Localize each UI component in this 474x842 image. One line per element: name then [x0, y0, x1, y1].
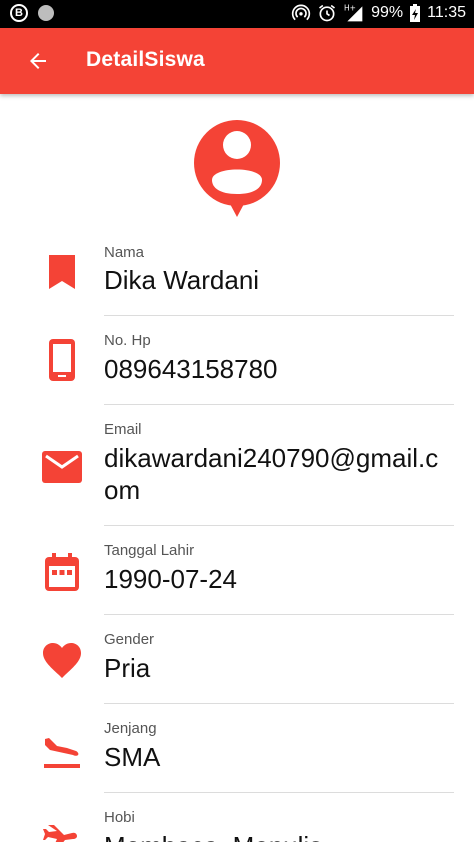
field-label: Nama	[104, 244, 145, 261]
field-label: Hobi	[104, 809, 135, 826]
airplane-landing-icon	[40, 730, 84, 774]
field-row-hobi: Hobi Membaca, Menulis	[0, 793, 474, 842]
back-button[interactable]	[22, 45, 54, 77]
email-icon	[40, 445, 84, 489]
field-label: Email	[104, 421, 142, 438]
status-right-icons: H+ 99% 11:35	[291, 3, 466, 23]
field-row-email: Email dikawardani240790@gmail.com	[0, 405, 474, 526]
arrow-back-icon	[30, 53, 46, 69]
field-value: 089643158780	[104, 354, 278, 384]
avatar	[192, 120, 282, 220]
battery-charging-icon	[410, 4, 421, 22]
field-value: dikawardani240790@gmail.com	[104, 443, 439, 505]
clock-time: 11:35	[427, 4, 466, 21]
user-pin-icon	[194, 120, 280, 217]
phone-icon	[40, 338, 84, 382]
field-label: Tanggal Lahir	[104, 542, 195, 559]
field-value: Membaca, Menulis	[104, 830, 444, 842]
field-label: No. Hp	[104, 332, 151, 349]
bookmark-icon	[40, 250, 84, 294]
field-row-jenjang: Jenjang SMA	[0, 704, 474, 793]
signal-hplus-icon: H+	[344, 4, 363, 22]
calendar-icon	[40, 550, 84, 594]
field-row-birthdate: Tanggal Lahir 1990-07-24	[0, 526, 474, 615]
alarm-icon	[319, 4, 336, 22]
field-row-phone: No. Hp 089643158780	[0, 316, 474, 405]
field-value: 1990-07-24	[104, 564, 237, 594]
status-left-icons: B	[10, 4, 54, 22]
heart-icon	[40, 639, 84, 683]
page-title: DetailSiswa	[86, 48, 205, 71]
field-value: SMA	[104, 742, 161, 772]
field-value: Dika Wardani	[104, 265, 260, 295]
airplane-icon	[40, 817, 84, 842]
notification-badge-icon: B	[10, 4, 28, 22]
notification-dot-icon	[38, 5, 54, 21]
field-label: Gender	[104, 631, 155, 648]
svg-text:H+: H+	[344, 4, 356, 13]
battery-percent: 99%	[371, 4, 404, 21]
status-bar: B H+ 99% 11:35	[0, 0, 474, 28]
field-value: Pria	[104, 653, 151, 683]
notification-badge-letter: B	[15, 7, 23, 19]
field-row-nama: Nama Dika Wardani	[0, 236, 474, 316]
app-bar: DetailSiswa	[0, 28, 474, 94]
field-row-gender: Gender Pria	[0, 615, 474, 704]
field-label: Jenjang	[104, 720, 157, 737]
hotspot-icon	[291, 4, 311, 21]
